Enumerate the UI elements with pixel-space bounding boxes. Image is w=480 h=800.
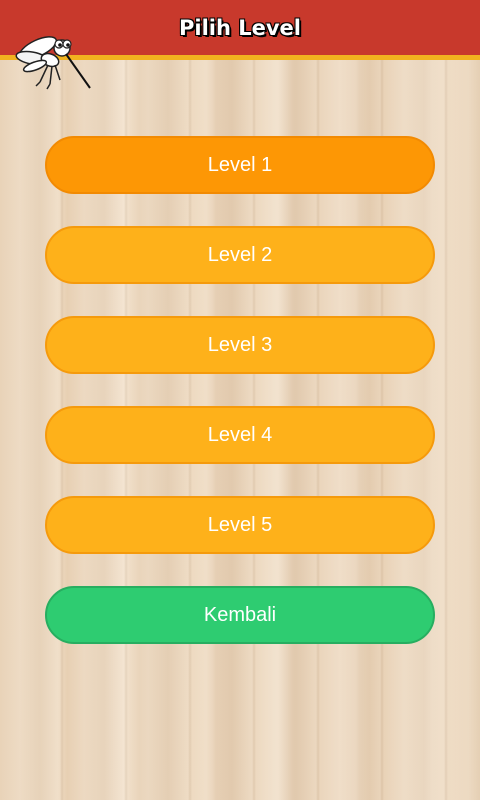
back-button[interactable]: Kembali: [45, 586, 435, 644]
level-2-button[interactable]: Level 2: [45, 226, 435, 284]
level-3-button[interactable]: Level 3: [45, 316, 435, 374]
level-1-button[interactable]: Level 1: [45, 136, 435, 194]
mosquito-icon: [15, 36, 91, 90]
level-select-screen: Pilih Level Level 1 Level 2 Level 3 Leve…: [0, 0, 480, 800]
level-4-button[interactable]: Level 4: [45, 406, 435, 464]
level-5-button[interactable]: Level 5: [45, 496, 435, 554]
